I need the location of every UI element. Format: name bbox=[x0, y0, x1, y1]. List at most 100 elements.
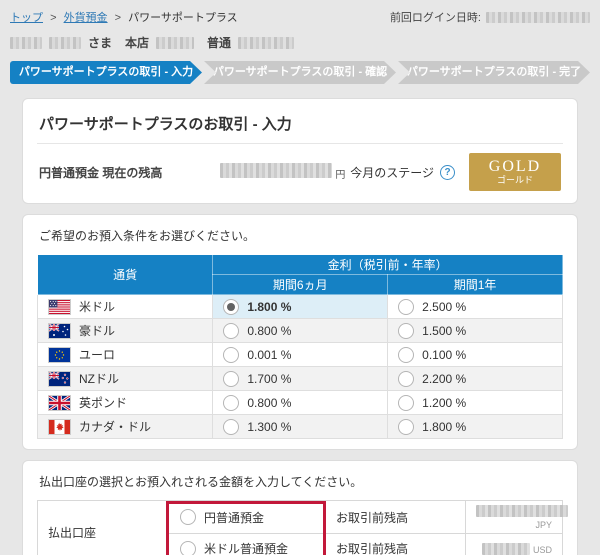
breadcrumb-link-fx-deposit[interactable]: 外貨預金 bbox=[64, 12, 108, 24]
currency-name: 豪ドル bbox=[79, 322, 115, 339]
rate-radio-cad-6m[interactable] bbox=[223, 419, 239, 435]
rate-section-intro: ご希望のお預入条件をお選びください。 bbox=[37, 225, 563, 254]
new-zealand-flag-icon bbox=[48, 371, 71, 387]
rate-row-cad: カナダ・ドル 1.300 % 1.800 % bbox=[38, 415, 563, 439]
rate-radio-eur-1y[interactable] bbox=[398, 347, 414, 363]
rate-radio-nzd-6m[interactable] bbox=[223, 371, 239, 387]
redacted-usd-balance bbox=[482, 543, 530, 555]
stage-label: 今月のステージ bbox=[350, 164, 434, 181]
australia-flag-icon bbox=[48, 323, 71, 339]
currency-name: NZドル bbox=[79, 370, 119, 387]
user-info-line: さま 本店 普通 bbox=[0, 25, 600, 51]
rate-value: 2.200 % bbox=[422, 372, 466, 386]
rate-value: 1.500 % bbox=[422, 324, 466, 338]
rate-card: ご希望のお預入条件をお選びください。 通貨 金利（税引前・年率） 期間6ヵ月 期… bbox=[22, 214, 578, 450]
step-label: パワーサポートプラスの取引 - 入力 bbox=[19, 66, 193, 78]
rate-radio-usd-6m[interactable] bbox=[223, 299, 239, 315]
rate-radio-aud-1y[interactable] bbox=[398, 323, 414, 339]
currency-name: 英ポンド bbox=[79, 394, 127, 411]
col-header-currency: 通貨 bbox=[38, 255, 213, 295]
canada-flag-icon bbox=[48, 419, 71, 435]
breadcrumb-link-top[interactable]: トップ bbox=[10, 12, 43, 24]
breadcrumb-separator: > bbox=[115, 12, 121, 24]
rate-value: 1.300 % bbox=[247, 420, 291, 434]
col-header-term-6m: 期間6ヵ月 bbox=[213, 275, 388, 295]
step-complete: パワーサポートプラスの取引 - 完了 bbox=[398, 61, 590, 84]
stage-badge: GOLD ゴールド bbox=[469, 153, 561, 191]
rate-value: 1.800 % bbox=[247, 300, 291, 314]
pre-balance-value-usd: USD bbox=[466, 534, 563, 555]
usd-unit-label: USD bbox=[533, 545, 552, 555]
rate-value: 1.700 % bbox=[247, 372, 291, 386]
last-login: 前回ログイン日時: bbox=[390, 9, 590, 25]
stage-badge-sub: ゴールド bbox=[497, 175, 533, 186]
eu-flag-icon bbox=[48, 347, 71, 363]
rate-radio-cad-1y[interactable] bbox=[398, 419, 414, 435]
rate-value: 0.100 % bbox=[422, 348, 466, 362]
currency-name: カナダ・ドル bbox=[79, 418, 151, 435]
currency-name: 米ドル bbox=[79, 298, 115, 315]
last-login-label: 前回ログイン日時: bbox=[390, 9, 481, 25]
rate-row-nzd: NZドル 1.700 % 2.200 % bbox=[38, 367, 563, 391]
rate-row-usd: 米ドル 1.800 % 2.500 % bbox=[38, 295, 563, 319]
pre-balance-value-jpy: JPY bbox=[466, 501, 563, 534]
payout-jpy-radio[interactable] bbox=[180, 509, 196, 525]
step-input: パワーサポートプラスの取引 - 入力 bbox=[10, 61, 202, 84]
rate-row-gbp: 英ポンド 0.800 % 1.200 % bbox=[38, 391, 563, 415]
topbar: トップ > 外貨預金 > パワーサポートプラス 前回ログイン日時: bbox=[0, 0, 600, 25]
payout-jpy-option-label: 円普通預金 bbox=[204, 509, 264, 526]
redacted-jpy-balance bbox=[476, 505, 568, 517]
step-label: パワーサポートプラスの取引 - 確認 bbox=[213, 66, 387, 78]
branch-name: 本店 bbox=[125, 34, 149, 51]
redacted-jpy-balance-top bbox=[220, 163, 332, 178]
rate-value: 0.001 % bbox=[247, 348, 291, 362]
col-header-rate-group: 金利（税引前・年率） bbox=[213, 255, 563, 275]
payout-form-table: 払出口座 円普通預金 お取引前残高 JPY 米ドル普通預金 お取引前残高 USD bbox=[37, 500, 563, 555]
progress-steps: パワーサポートプラスの取引 - 入力 パワーサポートプラスの取引 - 確認 パワ… bbox=[10, 61, 590, 84]
payout-account-label: 払出口座 bbox=[38, 501, 168, 555]
rate-value: 0.800 % bbox=[247, 396, 291, 410]
uk-flag-icon bbox=[48, 395, 71, 411]
redacted-last-login-datetime bbox=[486, 12, 590, 23]
redacted-account-number bbox=[238, 37, 294, 49]
redacted-user-firstname bbox=[49, 37, 81, 49]
col-header-term-1y: 期間1年 bbox=[388, 275, 563, 295]
pre-balance-label-jpy: お取引前残高 bbox=[326, 501, 466, 534]
rate-value: 1.800 % bbox=[422, 420, 466, 434]
step-label: パワーサポートプラスの取引 - 完了 bbox=[407, 66, 581, 78]
jpy-unit-label: JPY bbox=[535, 520, 552, 530]
help-icon[interactable]: ? bbox=[440, 165, 455, 180]
payout-usd-option-label: 米ドル普通預金 bbox=[204, 540, 288, 555]
redacted-branch-code bbox=[156, 37, 194, 49]
page-title: パワーサポートプラスのお取引 - 入力 bbox=[37, 109, 563, 144]
payout-card: 払出口座の選択とお預入れされる金額を入力してください。 払出口座 円普通預金 お… bbox=[22, 460, 578, 555]
rate-table: 通貨 金利（税引前・年率） 期間6ヵ月 期間1年 米ドル 1.800 % bbox=[37, 254, 563, 439]
breadcrumb-separator: > bbox=[50, 12, 56, 24]
payout-account-row-jpy: 払出口座 円普通預金 お取引前残高 JPY bbox=[38, 501, 563, 534]
account-type: 普通 bbox=[207, 34, 231, 51]
breadcrumb: トップ > 外貨預金 > パワーサポートプラス bbox=[10, 9, 238, 25]
rate-value: 2.500 % bbox=[422, 300, 466, 314]
rate-radio-usd-1y[interactable] bbox=[398, 299, 414, 315]
rate-value: 1.200 % bbox=[422, 396, 466, 410]
pre-balance-label-usd: お取引前残高 bbox=[326, 534, 466, 555]
currency-name: ユーロ bbox=[79, 346, 115, 363]
balance-unit: 円 bbox=[335, 166, 345, 181]
redacted-user-surname bbox=[10, 37, 42, 49]
us-flag-icon bbox=[48, 299, 71, 315]
rate-radio-gbp-1y[interactable] bbox=[398, 395, 414, 411]
rate-radio-aud-6m[interactable] bbox=[223, 323, 239, 339]
rate-radio-eur-6m[interactable] bbox=[223, 347, 239, 363]
rate-radio-nzd-1y[interactable] bbox=[398, 371, 414, 387]
rate-radio-gbp-6m[interactable] bbox=[223, 395, 239, 411]
breadcrumb-current: パワーサポートプラス bbox=[128, 12, 238, 24]
stage-badge-main: GOLD bbox=[489, 158, 541, 175]
payout-usd-radio[interactable] bbox=[180, 541, 196, 555]
payout-section-intro: 払出口座の選択とお預入れされる金額を入力してください。 bbox=[37, 471, 563, 500]
balance-label: 円普通預金 現在の残高 bbox=[39, 164, 162, 181]
step-confirm: パワーサポートプラスの取引 - 確認 bbox=[204, 61, 396, 84]
user-honorific: さま bbox=[88, 34, 112, 51]
rate-row-aud: 豪ドル 0.800 % 1.500 % bbox=[38, 319, 563, 343]
rate-value: 0.800 % bbox=[247, 324, 291, 338]
rate-row-eur: ユーロ 0.001 % 0.100 % bbox=[38, 343, 563, 367]
